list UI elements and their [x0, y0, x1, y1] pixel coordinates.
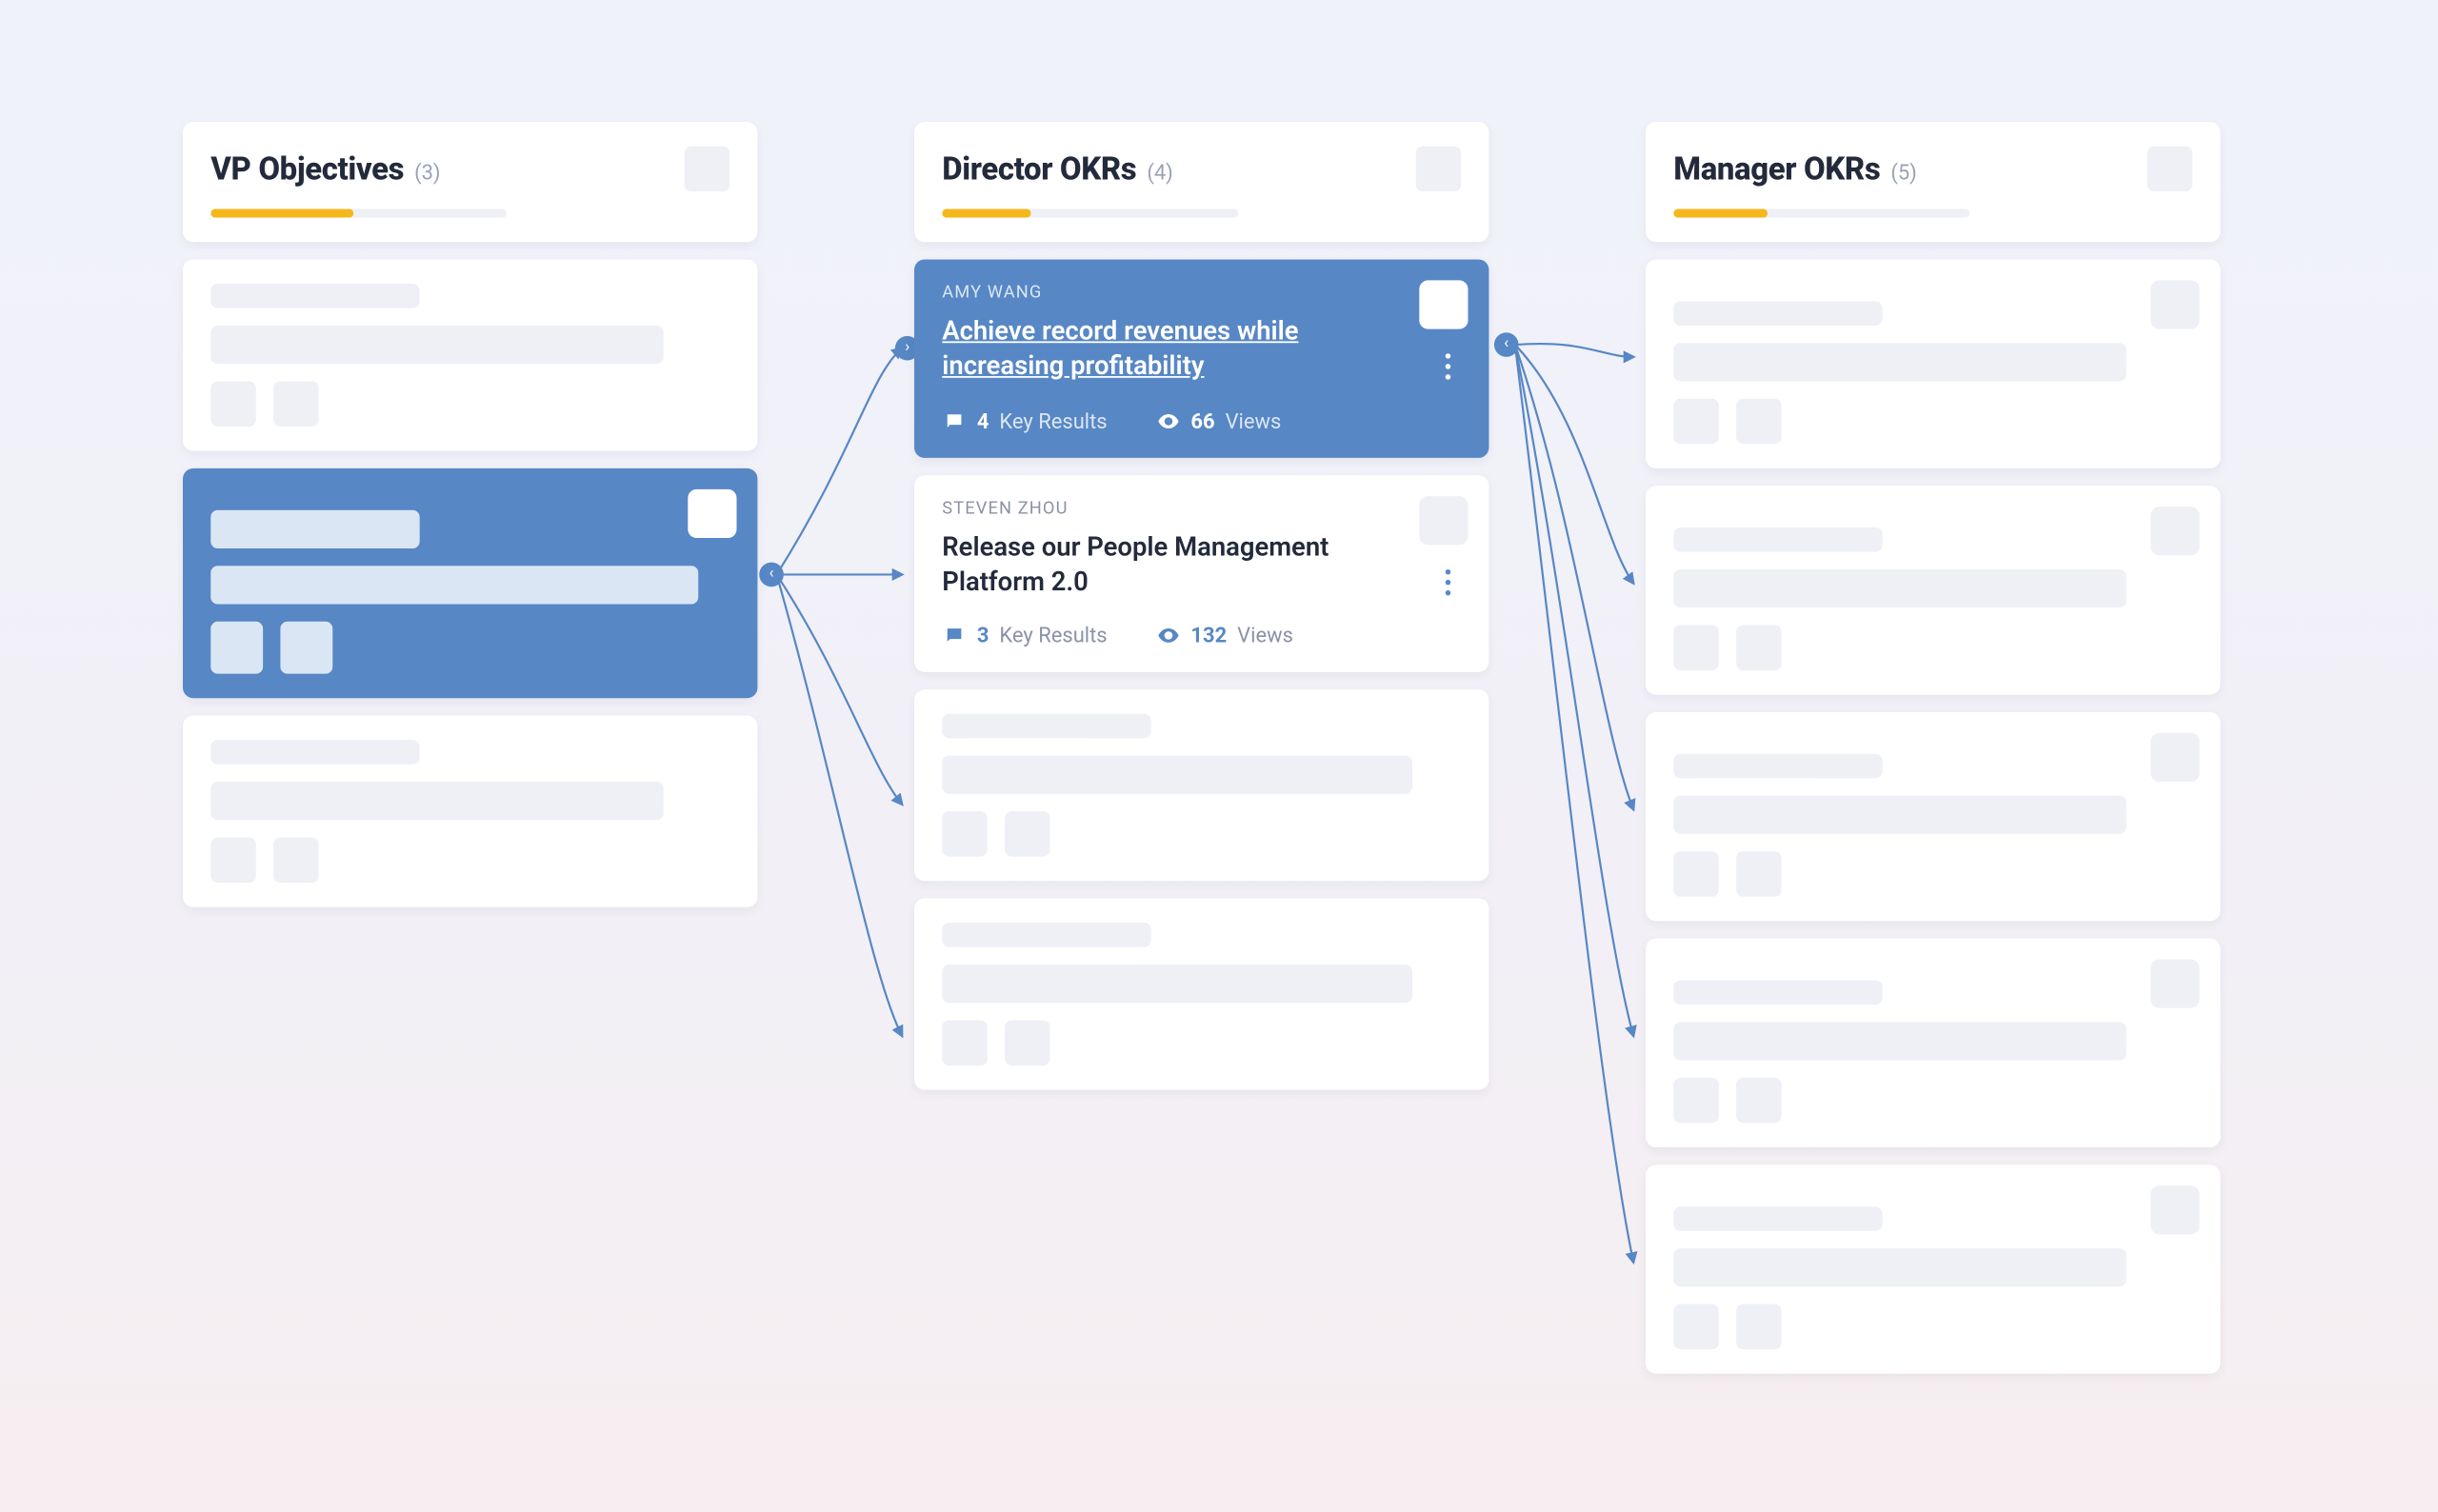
column-director-okrs: Director OKRs (4) AMY WANG Achieve recor… [914, 122, 1489, 1107]
more-options-icon[interactable] [1437, 568, 1458, 594]
okr-card-placeholder[interactable] [914, 689, 1489, 881]
connector-source-vp: ‹ [759, 563, 784, 587]
column-header-director: Director OKRs (4) [914, 122, 1489, 242]
column-count: (3) [414, 159, 440, 184]
views-meta: 132 Views [1156, 624, 1293, 648]
column-manager-okrs: Manager OKRs (5) [1646, 122, 2220, 1391]
column-progress [942, 209, 1238, 217]
card-title[interactable]: Achieve record revenues while increasing… [942, 313, 1377, 384]
card-avatar [2150, 280, 2199, 328]
connector-source-director-1: ‹ [1494, 332, 1519, 357]
okr-card-placeholder[interactable] [183, 259, 757, 450]
key-results-meta: 3 Key Results [942, 624, 1107, 648]
card-avatar [1419, 495, 1468, 544]
card-avatar [2150, 733, 2199, 782]
column-count: (5) [1890, 159, 1916, 184]
card-avatar [2150, 960, 2199, 1008]
views-meta: 66 Views [1156, 408, 1282, 433]
column-progress [210, 209, 507, 217]
okr-card-placeholder[interactable] [1646, 1164, 2220, 1373]
okr-card-placeholder[interactable] [914, 899, 1489, 1090]
okr-card-placeholder[interactable] [183, 716, 757, 907]
okr-card-steven-zhou[interactable]: STEVEN ZHOU Release our People Managemen… [914, 474, 1489, 672]
card-avatar [1419, 280, 1468, 328]
column-progress [1673, 209, 1969, 217]
column-count: (4) [1147, 159, 1172, 184]
comment-icon [942, 624, 967, 648]
okr-card-placeholder[interactable] [1646, 939, 2220, 1147]
okr-card-placeholder[interactable] [1646, 486, 2220, 694]
card-avatar [688, 489, 736, 538]
column-vp-objectives: VP Objectives (3) [183, 122, 757, 925]
comment-icon [942, 408, 967, 433]
column-header-avatar [685, 147, 730, 192]
card-owner: STEVEN ZHOU [942, 499, 1461, 518]
column-header-avatar [2148, 147, 2193, 192]
eye-icon [1156, 624, 1181, 648]
okr-card-placeholder[interactable] [1646, 259, 2220, 468]
column-header-vp: VP Objectives (3) [183, 122, 757, 242]
column-title: VP Objectives [210, 150, 404, 187]
column-title: Manager OKRs [1673, 150, 1880, 187]
okr-card-placeholder[interactable] [1646, 712, 2220, 921]
more-options-icon[interactable] [1437, 353, 1458, 379]
card-owner: AMY WANG [942, 284, 1461, 303]
card-avatar [2150, 507, 2199, 555]
okr-card-selected-vp[interactable] [183, 468, 757, 698]
card-title[interactable]: Release our People Management Platform 2… [942, 528, 1377, 599]
eye-icon [1156, 408, 1181, 433]
column-header-manager: Manager OKRs (5) [1646, 122, 2220, 242]
key-results-meta: 4 Key Results [942, 408, 1107, 433]
card-avatar [2150, 1185, 2199, 1234]
column-title: Director OKRs [942, 150, 1136, 187]
okr-card-amy-wang[interactable]: AMY WANG Achieve record revenues while i… [914, 259, 1489, 457]
column-header-avatar [1416, 147, 1462, 192]
